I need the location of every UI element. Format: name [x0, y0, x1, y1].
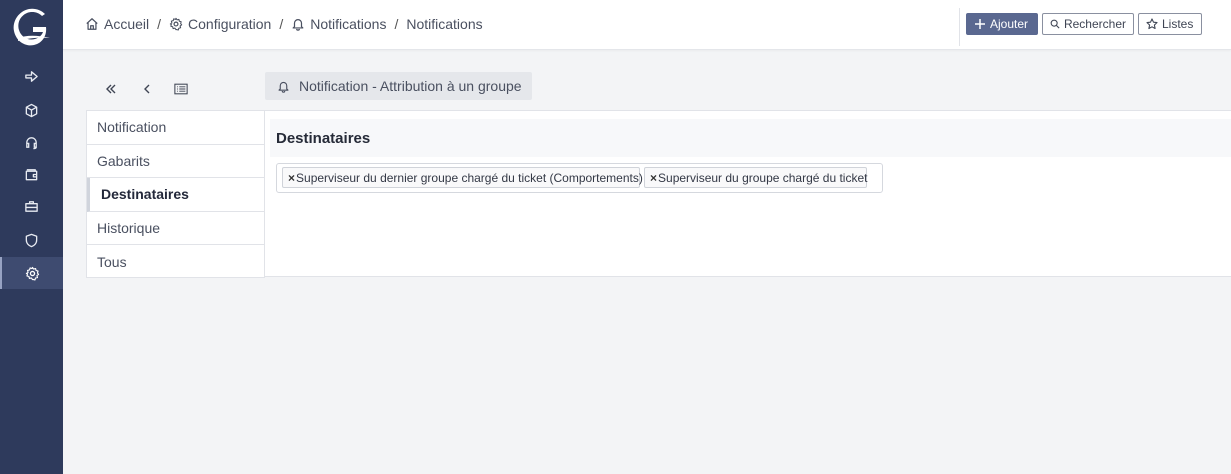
list-icon — [174, 83, 188, 95]
header-divider — [959, 8, 960, 46]
recipient-tag-label: Superviseur du groupe chargé du ticket — [658, 170, 868, 185]
chevron-left-icon — [144, 84, 150, 94]
breadcrumb-notifications-label: Notifications — [310, 16, 387, 32]
remove-recipient-button[interactable]: × — [650, 171, 657, 185]
breadcrumb-separator: / — [157, 16, 162, 32]
search-button[interactable]: Rechercher — [1042, 13, 1134, 35]
plus-icon — [975, 19, 985, 29]
tab-list: Notification Gabarits Destinataires Hist… — [86, 110, 265, 278]
tab-notification[interactable]: Notification — [87, 111, 264, 145]
wallet-icon — [25, 168, 38, 180]
lists-button-label: Listes — [1162, 17, 1194, 31]
breadcrumb-separator: / — [279, 16, 284, 32]
page-title-label: Notification - Attribution à un groupe — [299, 78, 522, 94]
arrow-right-icon — [25, 70, 38, 82]
list-view-button[interactable] — [172, 80, 190, 98]
sidebar-item-assistance[interactable] — [0, 126, 63, 158]
gear-icon — [169, 17, 183, 31]
breadcrumb-configuration[interactable]: Configuration — [169, 16, 271, 32]
remove-recipient-button[interactable]: × — [288, 171, 295, 185]
panel-heading: Destinataires — [270, 119, 1231, 157]
sidebar — [0, 0, 63, 474]
cube-icon — [25, 103, 38, 117]
star-icon — [1146, 18, 1158, 30]
double-chevron-left-icon — [106, 84, 116, 94]
shield-icon — [25, 233, 38, 247]
headset-icon — [26, 136, 37, 149]
recipient-tag-label: Superviseur du dernier groupe chargé du … — [296, 170, 643, 185]
breadcrumb-notifications[interactable]: Notifications — [291, 16, 386, 32]
bell-icon — [278, 81, 289, 93]
breadcrumb-home-label: Accueil — [104, 16, 150, 32]
tab-tous[interactable]: Tous — [87, 245, 264, 279]
add-button-label: Ajouter — [990, 17, 1029, 31]
bell-icon — [292, 19, 304, 31]
breadcrumb-current[interactable]: Notifications — [406, 16, 482, 32]
sidebar-item-tools[interactable] — [0, 190, 63, 222]
sidebar-item-assets[interactable] — [0, 94, 63, 126]
top-header: Accueil / Configuration / Notifications … — [63, 0, 1231, 50]
recipient-tag: × Superviseur du dernier groupe chargé d… — [282, 167, 643, 188]
search-button-label: Rechercher — [1063, 17, 1126, 31]
tab-gabarits[interactable]: Gabarits — [87, 145, 264, 178]
sidebar-item-management[interactable] — [0, 158, 63, 190]
tab-historique[interactable]: Historique — [87, 212, 264, 245]
breadcrumb-separator: / — [394, 16, 399, 32]
glpi-logo-icon[interactable] — [12, 8, 52, 48]
sidebar-item-configuration[interactable] — [0, 257, 63, 289]
breadcrumb-home[interactable]: Accueil — [85, 16, 149, 32]
breadcrumb-configuration-label: Configuration — [188, 16, 272, 32]
previous-item-button[interactable] — [138, 80, 156, 98]
page-title: Notification - Attribution à un groupe — [265, 72, 532, 100]
briefcase-icon — [25, 200, 38, 212]
sidebar-item-administration[interactable] — [0, 224, 63, 256]
tab-destinataires[interactable]: Destinataires — [87, 178, 264, 212]
recipient-tag: × Superviseur du groupe chargé du ticket — [644, 167, 867, 188]
home-icon — [86, 18, 98, 30]
search-icon — [1050, 19, 1060, 29]
sidebar-item-assistance-arrow[interactable] — [0, 60, 63, 92]
gear-icon — [25, 266, 40, 281]
lists-button[interactable]: Listes — [1138, 13, 1202, 35]
content-panel: Destinataires × Superviseur du dernier g… — [265, 110, 1231, 277]
first-item-button[interactable] — [102, 80, 120, 98]
recipients-select[interactable]: × Superviseur du dernier groupe chargé d… — [276, 163, 883, 193]
add-button[interactable]: Ajouter — [966, 13, 1038, 35]
breadcrumb: Accueil / Configuration / Notifications … — [85, 16, 483, 32]
